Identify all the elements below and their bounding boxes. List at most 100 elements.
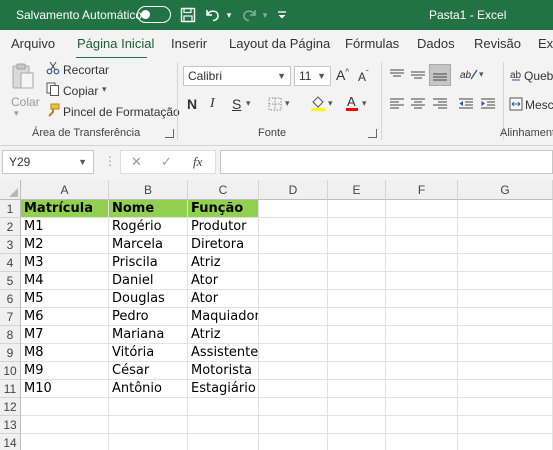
table-cell[interactable]: Estagiário — [188, 380, 259, 398]
tab-layout-da-pagina[interactable]: Layout da Página — [229, 36, 330, 51]
row-header-14[interactable]: 14 — [0, 434, 21, 450]
font-name-dropdown[interactable]: Calibri ▼ — [183, 66, 291, 86]
row-header-3[interactable]: 3 — [0, 236, 21, 254]
underline-dropdown-icon[interactable]: ▾ — [246, 98, 251, 109]
empty-cell[interactable] — [458, 434, 553, 450]
header-cell[interactable]: Função — [188, 200, 259, 218]
table-cell[interactable]: M1 — [21, 218, 109, 236]
table-cell[interactable]: Atriz — [188, 254, 259, 272]
empty-cell[interactable] — [259, 380, 328, 398]
empty-cell[interactable] — [259, 362, 328, 380]
align-top-icon[interactable] — [389, 68, 405, 85]
tab-inserir[interactable]: Inserir — [171, 36, 207, 51]
empty-cell[interactable] — [386, 272, 458, 290]
empty-cell[interactable] — [259, 308, 328, 326]
table-cell[interactable]: Priscila — [109, 254, 188, 272]
empty-cell[interactable] — [109, 434, 188, 450]
empty-cell[interactable] — [21, 398, 109, 416]
empty-cell[interactable] — [328, 362, 386, 380]
empty-cell[interactable] — [386, 398, 458, 416]
empty-cell[interactable] — [458, 272, 553, 290]
autosave-toggle[interactable] — [137, 6, 171, 23]
align-left-icon[interactable] — [389, 97, 405, 114]
table-cell[interactable]: M5 — [21, 290, 109, 308]
empty-cell[interactable] — [328, 218, 386, 236]
paste-icon[interactable] — [10, 62, 36, 95]
table-cell[interactable]: Ator — [188, 272, 259, 290]
table-cell[interactable]: Vitória — [109, 344, 188, 362]
empty-cell[interactable] — [259, 416, 328, 434]
column-header-d[interactable]: D — [259, 180, 328, 200]
row-header-11[interactable]: 11 — [0, 380, 21, 398]
table-cell[interactable]: M6 — [21, 308, 109, 326]
column-header-e[interactable]: E — [328, 180, 386, 200]
table-cell[interactable]: Rogério — [109, 218, 188, 236]
tab-exibir[interactable]: Exi — [538, 36, 553, 51]
name-box[interactable]: Y29 ▼ — [2, 150, 94, 174]
paste-dropdown-icon[interactable]: ▾ — [14, 108, 19, 119]
empty-cell[interactable] — [386, 380, 458, 398]
font-color-icon[interactable]: A — [345, 94, 359, 115]
table-cell[interactable]: Douglas — [109, 290, 188, 308]
row-header-10[interactable]: 10 — [0, 362, 21, 380]
font-color-dropdown-icon[interactable]: ▾ — [362, 98, 367, 109]
row-header-13[interactable]: 13 — [0, 416, 21, 434]
row-header-5[interactable]: 5 — [0, 272, 21, 290]
empty-cell[interactable] — [386, 308, 458, 326]
table-cell[interactable]: M8 — [21, 344, 109, 362]
table-cell[interactable]: Pedro — [109, 308, 188, 326]
empty-cell[interactable] — [386, 416, 458, 434]
cut-label[interactable]: Recortar — [63, 63, 109, 77]
table-cell[interactable]: M9 — [21, 362, 109, 380]
decrease-font-size-icon[interactable]: Aˇ — [358, 69, 369, 84]
empty-cell[interactable] — [458, 290, 553, 308]
table-cell[interactable]: Assistente — [188, 344, 259, 362]
formula-input[interactable] — [220, 150, 553, 174]
column-header-b[interactable]: B — [109, 180, 188, 200]
insert-function-icon[interactable]: fx — [193, 154, 202, 170]
empty-cell[interactable] — [259, 218, 328, 236]
empty-cell[interactable] — [386, 236, 458, 254]
empty-cell[interactable] — [328, 326, 386, 344]
empty-cell[interactable] — [458, 380, 553, 398]
redo-dropdown-icon[interactable]: ▾ — [260, 4, 270, 26]
empty-cell[interactable] — [386, 200, 458, 218]
empty-cell[interactable] — [328, 434, 386, 450]
empty-cell[interactable] — [328, 416, 386, 434]
table-cell[interactable]: Antônio — [109, 380, 188, 398]
header-cell[interactable]: Matrícula — [21, 200, 109, 218]
empty-cell[interactable] — [259, 290, 328, 308]
empty-cell[interactable] — [458, 398, 553, 416]
underline-button[interactable]: S — [232, 96, 241, 112]
empty-cell[interactable] — [458, 416, 553, 434]
empty-cell[interactable] — [386, 218, 458, 236]
empty-cell[interactable] — [386, 344, 458, 362]
cancel-entry-icon[interactable]: ✕ — [131, 154, 142, 170]
empty-cell[interactable] — [328, 200, 386, 218]
empty-cell[interactable] — [386, 254, 458, 272]
row-header-4[interactable]: 4 — [0, 254, 21, 272]
empty-cell[interactable] — [458, 326, 553, 344]
empty-cell[interactable] — [458, 362, 553, 380]
orientation-dropdown-icon[interactable]: ▾ — [479, 69, 484, 80]
tab-formulas[interactable]: Fórmulas — [345, 36, 399, 51]
empty-cell[interactable] — [458, 218, 553, 236]
wrap-text-label[interactable]: Quebr — [524, 69, 553, 83]
empty-cell[interactable] — [328, 272, 386, 290]
table-cell[interactable]: César — [109, 362, 188, 380]
tab-revisao[interactable]: Revisão — [474, 36, 521, 51]
copy-icon[interactable] — [46, 82, 60, 99]
table-cell[interactable]: Produtor — [188, 218, 259, 236]
empty-cell[interactable] — [386, 362, 458, 380]
table-cell[interactable]: Mariana — [109, 326, 188, 344]
row-header-6[interactable]: 6 — [0, 290, 21, 308]
empty-cell[interactable] — [259, 344, 328, 362]
empty-cell[interactable] — [259, 200, 328, 218]
table-cell[interactable]: Maquiador — [188, 308, 259, 326]
tab-dados[interactable]: Dados — [417, 36, 455, 51]
paste-label[interactable]: Colar — [11, 95, 40, 109]
empty-cell[interactable] — [259, 434, 328, 450]
increase-font-size-icon[interactable]: A^ — [336, 67, 349, 83]
italic-button[interactable]: I — [210, 96, 215, 112]
empty-cell[interactable] — [259, 254, 328, 272]
